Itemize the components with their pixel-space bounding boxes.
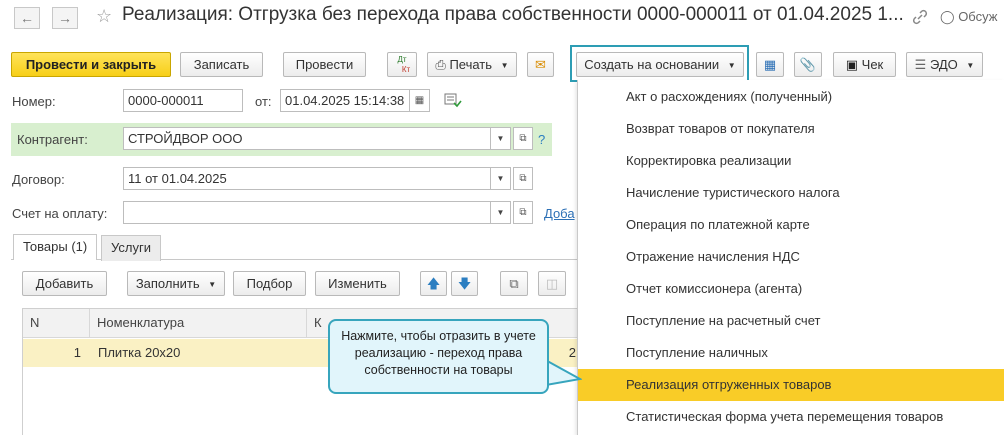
table-row-cell-n[interactable]: 1 — [23, 339, 90, 367]
menu-item-card-operation[interactable]: Операция по платежной карте — [578, 209, 1004, 241]
open-icon: ⧉ — [519, 207, 527, 218]
counterparty-dropdown[interactable]: ▼ — [491, 127, 511, 150]
discuss-label: Обсуж — [958, 9, 998, 24]
from-label: от: — [255, 94, 272, 109]
arrow-up-icon: 🡅 — [426, 276, 441, 291]
chevron-down-icon: ▼ — [500, 61, 509, 71]
post-and-close-button[interactable]: Провести и закрыть — [11, 52, 171, 77]
fill-button[interactable]: Заполнить ▼ — [127, 271, 225, 296]
calendar-icon: ▦ — [414, 95, 425, 106]
save-button[interactable]: Записать — [180, 52, 263, 77]
edo-icon: ☰ — [914, 57, 927, 72]
tab-services[interactable]: Услуги — [101, 235, 161, 261]
dt-label: Дт — [397, 55, 407, 64]
print-label: Печать — [449, 57, 493, 72]
attach-button[interactable]: 📎 — [794, 52, 822, 77]
arrow-left-icon: ← — [20, 10, 34, 26]
arrow-down-icon: 🡇 — [457, 276, 472, 291]
arrow-right-icon: → — [58, 10, 72, 26]
paperclip-icon: 📎 — [799, 57, 817, 72]
menu-item-agent-report[interactable]: Отчет комиссионера (агента) — [578, 273, 1004, 305]
invoice-label: Счет на оплату: — [12, 206, 108, 221]
add-invoice-link[interactable]: Доба — [544, 206, 575, 221]
kt-label: Кт — [401, 65, 411, 74]
forward-button[interactable]: → — [52, 7, 78, 29]
edo-label: ЭДО — [929, 57, 958, 72]
edo-button[interactable]: ☰ ЭДО ▼ — [906, 52, 983, 77]
column-header-n[interactable]: N — [23, 309, 90, 338]
hint-text: Нажмите, чтобы отразить в учете реализац… — [341, 329, 536, 377]
menu-item-vat-accrual[interactable]: Отражение начисления НДС — [578, 241, 1004, 273]
menu-item-bank-receipt[interactable]: Поступление на расчетный счет — [578, 305, 1004, 337]
counterparty-label: Контрагент: — [17, 132, 88, 147]
email-button[interactable]: ✉ — [527, 52, 554, 77]
structure-button[interactable]: ▦ — [756, 52, 784, 77]
column-header-item[interactable]: Номенклатура — [90, 309, 307, 338]
link-icon[interactable] — [911, 8, 929, 26]
chevron-down-icon: ▼ — [208, 280, 217, 290]
discuss-icon: ◯ — [940, 9, 955, 24]
create-based-on-button[interactable]: Создать на основании ▼ — [576, 52, 744, 77]
chevron-down-icon: ▼ — [727, 61, 736, 71]
menu-item-cash-receipt[interactable]: Поступление наличных — [578, 337, 1004, 369]
receipt-button[interactable]: ▣ Чек — [833, 52, 896, 77]
date-field[interactable]: 01.04.2025 15:14:38 — [280, 89, 410, 112]
invoice-open-button[interactable]: ⧉ — [513, 201, 533, 224]
discuss-button[interactable]: ◯ Обсуж — [940, 9, 997, 25]
window-title: Реализация: Отгрузка без перехода права … — [122, 4, 904, 25]
number-field[interactable]: 0000-000011 — [123, 89, 243, 112]
invoice-dropdown[interactable]: ▼ — [491, 201, 511, 224]
invoice-field[interactable] — [123, 201, 491, 224]
menu-item-sales-adjustment[interactable]: Корректировка реализации — [578, 145, 1004, 177]
contract-field[interactable]: 11 от 01.04.2025 — [123, 167, 491, 190]
move-up-button[interactable]: 🡅 — [420, 271, 447, 296]
chevron-down-icon: ▼ — [966, 61, 975, 71]
create-based-label: Создать на основании — [584, 57, 720, 72]
open-icon: ⧉ — [519, 173, 527, 184]
chevron-down-icon: ▼ — [496, 208, 505, 217]
move-down-button[interactable]: 🡇 — [451, 271, 478, 296]
structure-icon: ▦ — [763, 57, 777, 72]
create-based-on-menu: Акт о расхождениях (полученный) Возврат … — [577, 80, 1004, 435]
menu-item-customer-return[interactable]: Возврат товаров от покупателя — [578, 113, 1004, 145]
star-icon[interactable]: ☆ — [96, 6, 112, 27]
select-button[interactable]: Подбор — [233, 271, 306, 296]
contract-dropdown[interactable]: ▼ — [491, 167, 511, 190]
paste-button[interactable]: ◫ — [538, 271, 566, 296]
menu-item-shipped-goods-sale[interactable]: Реализация отгруженных товаров — [578, 369, 1004, 401]
contract-open-button[interactable]: ⧉ — [513, 167, 533, 190]
menu-item-tourist-tax[interactable]: Начисление туристического налога — [578, 177, 1004, 209]
printer-icon: ⎙ — [435, 57, 446, 72]
hint-callout: Нажмите, чтобы отразить в учете реализац… — [328, 319, 549, 394]
help-icon[interactable]: ? — [538, 132, 545, 147]
fill-label: Заполнить — [135, 276, 200, 291]
add-row-button[interactable]: Добавить — [22, 271, 107, 296]
cash-register-icon: ▣ — [845, 57, 859, 72]
post-button[interactable]: Провести — [283, 52, 366, 77]
open-icon: ⧉ — [519, 133, 527, 144]
chevron-down-icon: ▼ — [496, 134, 505, 143]
copy-button[interactable]: ⧉ — [500, 271, 528, 296]
back-button[interactable]: ← — [14, 7, 40, 29]
print-button[interactable]: ⎙ Печать ▼ — [427, 52, 517, 77]
calendar-button[interactable]: ▦ — [410, 89, 430, 112]
envelope-icon: ✉ — [535, 57, 546, 72]
tab-goods[interactable]: Товары (1) — [13, 234, 98, 260]
change-button[interactable]: Изменить — [315, 271, 400, 296]
paste-icon: ◫ — [545, 276, 559, 291]
dt-kt-button[interactable]: Дт Кт — [387, 52, 417, 77]
receipt-label: Чек — [861, 57, 884, 72]
table-row-cell-item[interactable]: Плитка 20x20 — [90, 339, 307, 367]
counterparty-field[interactable]: СТРОЙДВОР ООО — [123, 127, 491, 150]
menu-item-stat-form[interactable]: Статистическая форма учета перемещения т… — [578, 401, 1004, 433]
chevron-down-icon: ▼ — [496, 174, 505, 183]
number-label: Номер: — [12, 94, 56, 109]
copy-icon: ⧉ — [509, 276, 519, 291]
contract-label: Договор: — [12, 172, 65, 187]
document-check-icon[interactable] — [444, 92, 462, 108]
menu-item-discrepancy-act[interactable]: Акт о расхождениях (полученный) — [578, 81, 1004, 113]
counterparty-open-button[interactable]: ⧉ — [513, 127, 533, 150]
